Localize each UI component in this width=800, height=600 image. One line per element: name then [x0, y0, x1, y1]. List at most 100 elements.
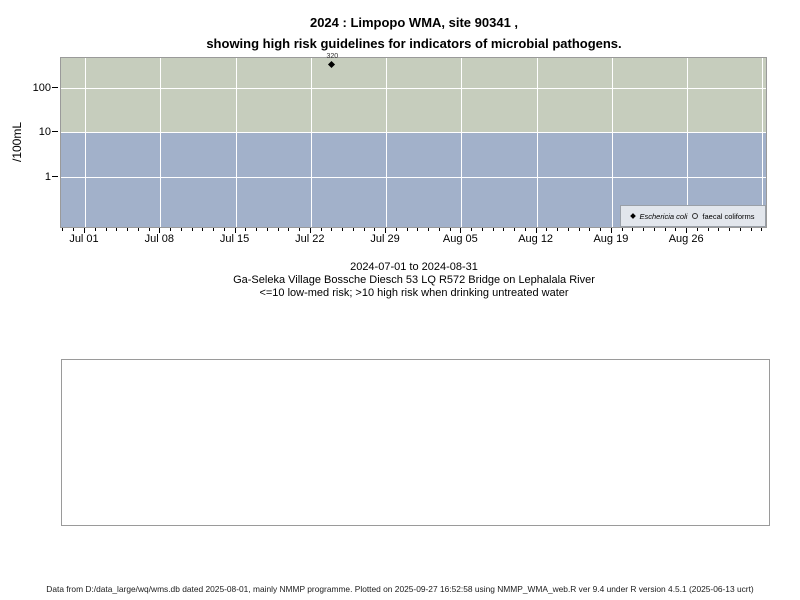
chart-title: 2024 : Limpopo WMA, site 90341 , showing…: [0, 12, 800, 54]
x-tick-mark-minor: [406, 228, 408, 231]
x-tick-mark-minor: [256, 228, 258, 231]
x-tick-mark-minor: [718, 228, 720, 231]
legend: Eschericia coli faecal coliforms: [620, 205, 766, 227]
x-tick-mark-minor: [223, 228, 225, 231]
x-tick-mark-minor: [148, 228, 150, 231]
x-tick-mark-minor: [320, 228, 322, 231]
gridline-vertical: [762, 58, 764, 227]
x-tick-label: Jul 08: [144, 233, 174, 245]
gridline-vertical: [461, 58, 463, 227]
chart-title-line2: showing high risk guidelines for indicat…: [206, 36, 622, 51]
gridline-vertical: [235, 58, 237, 227]
x-tick-mark-minor: [105, 228, 107, 231]
x-tick-mark-minor: [331, 228, 333, 231]
x-tick-label: Aug 12: [518, 233, 554, 245]
x-tick-mark-minor: [589, 228, 591, 231]
x-tick-mark-minor: [363, 228, 365, 231]
open-circle-icon: [692, 213, 699, 219]
x-tick-mark-minor: [524, 228, 526, 231]
x-tick-mark-minor: [471, 228, 473, 231]
x-tick-mark-minor: [170, 228, 172, 231]
x-tick-mark-minor: [557, 228, 559, 231]
x-tick-mark-minor: [632, 228, 634, 231]
subtitle-risk-note: <=10 low-med risk; >10 high risk when dr…: [259, 287, 569, 299]
chart-title-line1: 2024 : Limpopo WMA, site 90341 ,: [309, 15, 519, 30]
gridline-vertical: [386, 58, 388, 227]
gridline-vertical: [85, 58, 86, 227]
x-tick-mark-minor: [73, 228, 75, 231]
x-tick-label: Jul 29: [370, 233, 400, 245]
x-tick-mark-minor: [116, 228, 118, 231]
subtitle-date-range: 2024-07-01 to 2024-08-31: [350, 261, 478, 273]
x-tick-mark-minor: [761, 228, 763, 231]
x-tick-label: Jul 22: [295, 233, 325, 245]
x-tick-mark-minor: [481, 228, 483, 231]
legend-entry: Eschericia coli: [630, 211, 688, 221]
filled-diamond-icon: [630, 213, 637, 219]
plot-panel: 320 Eschericia coli faecal coliforms: [60, 53, 767, 228]
y-tick-mark: [52, 175, 58, 177]
x-tick-mark-minor: [664, 228, 666, 231]
y-tick-label: 1: [44, 170, 51, 183]
empty-panel-box: [61, 359, 770, 526]
data-point-label: 320: [326, 53, 339, 61]
legend-label: Eschericia coli: [639, 211, 688, 221]
x-tick-mark-minor: [299, 228, 301, 231]
gridline-horizontal: [61, 87, 766, 89]
chart-subtitle: 2024-07-01 to 2024-08-31 Ga-Seleka Villa…: [0, 261, 800, 300]
x-tick-mark-minor: [94, 228, 96, 231]
x-tick-mark-minor: [449, 228, 451, 231]
legend-label: faecal coliforms: [702, 211, 755, 221]
x-tick-mark-minor: [245, 228, 247, 231]
x-tick-mark-minor: [288, 228, 290, 231]
subtitle-site-description: Ga-Seleka Village Bossche Diesch 53 LQ R…: [233, 274, 595, 286]
x-tick-mark-minor: [213, 228, 215, 231]
x-tick-label: Aug 19: [593, 233, 629, 245]
x-tick-mark-minor: [395, 228, 397, 231]
x-tick-mark-minor: [675, 228, 677, 231]
x-tick-mark-minor: [191, 228, 193, 231]
x-tick-mark-minor: [374, 228, 376, 231]
x-tick-label: Jul 01: [69, 233, 99, 245]
x-tick-mark-minor: [342, 228, 344, 231]
x-tick-mark-minor: [352, 228, 354, 231]
gridline-vertical: [687, 58, 689, 227]
x-tick-mark-minor: [492, 228, 494, 231]
x-tick-mark-minor: [567, 228, 569, 231]
x-tick-mark-minor: [514, 228, 516, 231]
x-tick-mark-minor: [180, 228, 182, 231]
x-tick-mark-minor: [653, 228, 655, 231]
x-tick-mark-minor: [546, 228, 548, 231]
x-tick-mark-minor: [750, 228, 752, 231]
plot-canvas: 2024 : Limpopo WMA, site 90341 , showing…: [0, 0, 800, 600]
x-tick-mark-minor: [137, 228, 139, 231]
y-tick-mark: [52, 86, 58, 88]
gridline-vertical: [536, 58, 538, 227]
gridline-vertical: [160, 58, 162, 227]
x-tick-label: Aug 26: [668, 233, 704, 245]
x-tick-mark-minor: [62, 228, 64, 231]
x-tick-mark-minor: [417, 228, 419, 231]
gridline-horizontal: [61, 176, 766, 178]
x-tick-mark-minor: [739, 228, 741, 231]
x-tick-mark-minor: [277, 228, 279, 231]
x-tick-mark-minor: [696, 228, 698, 231]
gridline-horizontal: [61, 132, 766, 133]
x-tick-label: Jul 15: [219, 233, 250, 245]
x-tick-mark-minor: [578, 228, 580, 231]
gridline-vertical: [310, 58, 312, 227]
gridline-vertical: [611, 58, 613, 227]
x-tick-mark-minor: [621, 228, 623, 231]
x-tick-mark-minor: [438, 228, 440, 231]
footer-note: Data from D:/data_large/wq/wms.db dated …: [46, 584, 754, 594]
x-tick-mark-minor: [643, 228, 645, 231]
x-tick-mark-minor: [266, 228, 268, 231]
x-tick-mark-minor: [127, 228, 128, 231]
x-tick-mark-minor: [202, 228, 204, 231]
x-tick-mark-minor: [428, 228, 430, 231]
y-tick-label: 100: [32, 81, 51, 94]
x-tick-label: Aug 05: [442, 233, 478, 245]
legend-entry: faecal coliforms: [692, 211, 755, 221]
x-tick-mark-minor: [600, 228, 602, 231]
x-tick-mark-minor: [729, 228, 731, 231]
